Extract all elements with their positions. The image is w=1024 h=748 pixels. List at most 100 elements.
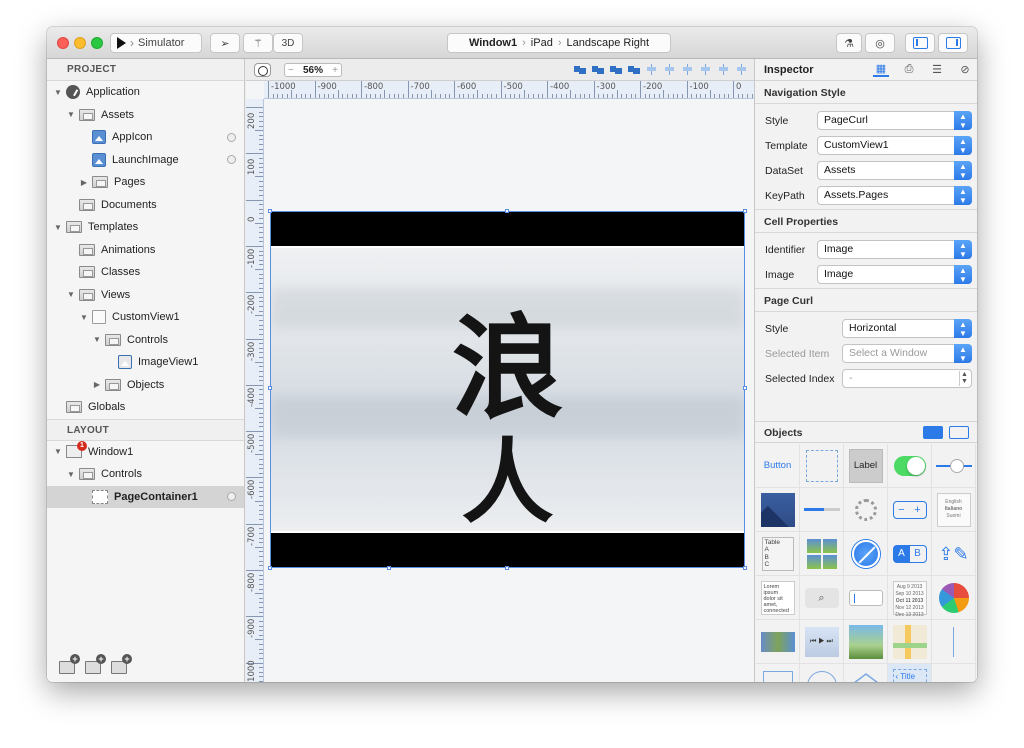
resize-handle[interactable] bbox=[743, 386, 747, 390]
object-button[interactable]: Button bbox=[756, 444, 800, 488]
send-backward-icon[interactable] bbox=[610, 64, 622, 75]
3d-view-button[interactable]: 3D bbox=[273, 33, 303, 53]
object-rectangle[interactable] bbox=[756, 664, 800, 682]
tree-item-controls[interactable]: ▼ Controls bbox=[47, 463, 244, 486]
object-polygon[interactable] bbox=[844, 664, 888, 682]
align-center-icon[interactable] bbox=[664, 64, 676, 75]
selected-index-stepper[interactable]: - ▲ ▼ bbox=[842, 369, 972, 388]
close-button[interactable] bbox=[57, 37, 69, 49]
tree-item-customview1[interactable]: ▼ CustomView1 bbox=[47, 306, 244, 329]
object-carousel[interactable] bbox=[756, 620, 800, 664]
keypath-popup[interactable]: Assets.Pages ▲ ▼ bbox=[817, 186, 972, 205]
object-switch[interactable] bbox=[888, 444, 932, 488]
style-popup[interactable]: PageCurl ▲ ▼ bbox=[817, 111, 972, 130]
align-bottom-icon[interactable] bbox=[736, 64, 748, 75]
disclosure-closed-icon[interactable]: ▶ bbox=[92, 380, 102, 389]
object-text-field[interactable] bbox=[844, 576, 888, 620]
object-date-picker[interactable]: Aug 9 2013 Sep 10 2013 Oct 11 2013 Nov 1… bbox=[888, 576, 932, 620]
tree-item-controls[interactable]: ▼ Controls bbox=[47, 329, 244, 352]
magic-wand-button[interactable]: ⚚ bbox=[243, 33, 273, 53]
resize-handle[interactable] bbox=[743, 209, 747, 213]
object-web-view[interactable] bbox=[844, 620, 888, 664]
status-dot-icon[interactable] bbox=[227, 132, 236, 142]
resize-handle[interactable] bbox=[268, 209, 272, 213]
object-progress[interactable] bbox=[800, 488, 844, 532]
bring-forward-icon[interactable] bbox=[574, 64, 586, 75]
object-image-view[interactable] bbox=[756, 488, 800, 532]
object-view[interactable] bbox=[800, 444, 844, 488]
minimize-button[interactable] bbox=[74, 37, 86, 49]
align-left-icon[interactable] bbox=[646, 64, 658, 75]
tree-item-pagecontainer1[interactable]: PageContainer1 bbox=[47, 485, 244, 508]
tree-item-objects[interactable]: ▶ Objects bbox=[47, 374, 244, 397]
identifier-popup[interactable]: Image ▲ ▼ bbox=[817, 240, 972, 259]
tree-item-views[interactable]: ▼ Views bbox=[47, 284, 244, 307]
zoom-control[interactable]: − 56% + bbox=[284, 63, 342, 77]
ipad-device-frame[interactable]: 浪 人 bbox=[268, 209, 747, 570]
tree-item-launchimage[interactable]: LaunchImage bbox=[47, 149, 244, 172]
flask-button[interactable]: ⚗ bbox=[836, 33, 862, 53]
resize-handle[interactable] bbox=[505, 209, 509, 213]
tree-item-appicon[interactable]: AppIcon bbox=[47, 126, 244, 149]
object-compass[interactable] bbox=[844, 532, 888, 576]
curl-style-popup[interactable]: Horizontal ▲ ▼ bbox=[842, 319, 972, 338]
object-text-view[interactable]: Lorem ipsum dolor sit amet, connected bbox=[756, 576, 800, 620]
disclosure-closed-icon[interactable]: ▶ bbox=[79, 178, 89, 187]
tree-item-animations[interactable]: Animations bbox=[47, 239, 244, 262]
tree-item-templates[interactable]: ▼ Templates bbox=[47, 216, 244, 239]
tree-item-application[interactable]: ▼ Application bbox=[47, 81, 244, 104]
tree-item-pages[interactable]: ▶ Pages bbox=[47, 171, 244, 194]
objects-media-tab-icon[interactable] bbox=[949, 426, 969, 439]
object-map[interactable] bbox=[888, 620, 932, 664]
tree-item-globals[interactable]: Globals bbox=[47, 396, 244, 419]
run-scheme-button[interactable]: › Simulator bbox=[110, 33, 202, 53]
align-middle-icon[interactable] bbox=[718, 64, 730, 75]
attributes-tab-icon[interactable]: ▦ bbox=[873, 62, 889, 77]
page-container-preview[interactable]: 浪 人 bbox=[271, 246, 744, 533]
disclosure-open-icon[interactable]: ▼ bbox=[92, 335, 102, 344]
objects-controls-tab-icon[interactable] bbox=[923, 426, 943, 439]
zoom-out-icon[interactable]: − bbox=[288, 65, 294, 76]
status-dot-icon[interactable] bbox=[227, 492, 236, 502]
object-chart[interactable] bbox=[932, 576, 976, 620]
resize-handle[interactable] bbox=[743, 566, 747, 570]
selected-item-popup[interactable]: Select a Window ▲ ▼ bbox=[842, 344, 972, 363]
send-to-back-icon[interactable] bbox=[628, 64, 640, 75]
disclosure-open-icon[interactable]: ▼ bbox=[66, 290, 76, 299]
object-label[interactable]: Label bbox=[844, 444, 888, 488]
object-stepper[interactable]: − + bbox=[888, 488, 932, 532]
stack-tab-icon[interactable]: ☰ bbox=[929, 62, 945, 77]
align-right-icon[interactable] bbox=[682, 64, 694, 75]
disclosure-open-icon[interactable]: ▼ bbox=[53, 88, 63, 97]
tree-item-assets[interactable]: ▼ Assets bbox=[47, 104, 244, 127]
resize-handle[interactable] bbox=[387, 566, 391, 570]
path-window[interactable]: Window1 bbox=[469, 37, 517, 49]
align-top-icon[interactable] bbox=[700, 64, 712, 75]
object-media-player[interactable]: ⏮ ▶ ⏭ bbox=[800, 620, 844, 664]
navigate-button[interactable]: ➢ bbox=[210, 33, 240, 53]
tree-item-classes[interactable]: Classes bbox=[47, 261, 244, 284]
toggle-right-panel-button[interactable] bbox=[938, 33, 968, 53]
object-search[interactable]: ⌕ bbox=[800, 576, 844, 620]
object-activity-indicator[interactable] bbox=[844, 488, 888, 532]
dataset-popup[interactable]: Assets ▲ ▼ bbox=[817, 161, 972, 180]
disclosure-open-icon[interactable]: ▼ bbox=[53, 447, 63, 456]
add-folder-icon[interactable] bbox=[59, 653, 80, 674]
object-ellipse[interactable] bbox=[800, 664, 844, 682]
resize-handle[interactable] bbox=[505, 566, 509, 570]
add-asset-icon[interactable] bbox=[85, 653, 106, 674]
disclosure-open-icon[interactable]: ▼ bbox=[53, 223, 63, 232]
stepper-arrows-icon[interactable]: ▲ ▼ bbox=[959, 371, 969, 386]
template-popup[interactable]: CustomView1 ▲ ▼ bbox=[817, 136, 972, 155]
add-view-icon[interactable] bbox=[111, 653, 132, 674]
path-orientation[interactable]: Landscape Right bbox=[567, 37, 650, 49]
status-dot-icon[interactable] bbox=[227, 155, 236, 165]
device-path-bar[interactable]: Window1 › iPad › Landscape Right bbox=[447, 33, 671, 53]
canvas-area[interactable]: − 56% + -1000 -900 -800 -700 -600 -500 -400 -30… bbox=[246, 59, 754, 682]
zoom-button[interactable] bbox=[91, 37, 103, 49]
object-share[interactable]: ⇪✎ bbox=[932, 532, 976, 576]
disclosure-open-icon[interactable]: ▼ bbox=[66, 110, 76, 119]
object-table[interactable]: Table A B C bbox=[756, 532, 800, 576]
object-segmented[interactable]: A B bbox=[888, 532, 932, 576]
tree-item-window1[interactable]: ▼ 1 Window1 bbox=[47, 441, 244, 464]
